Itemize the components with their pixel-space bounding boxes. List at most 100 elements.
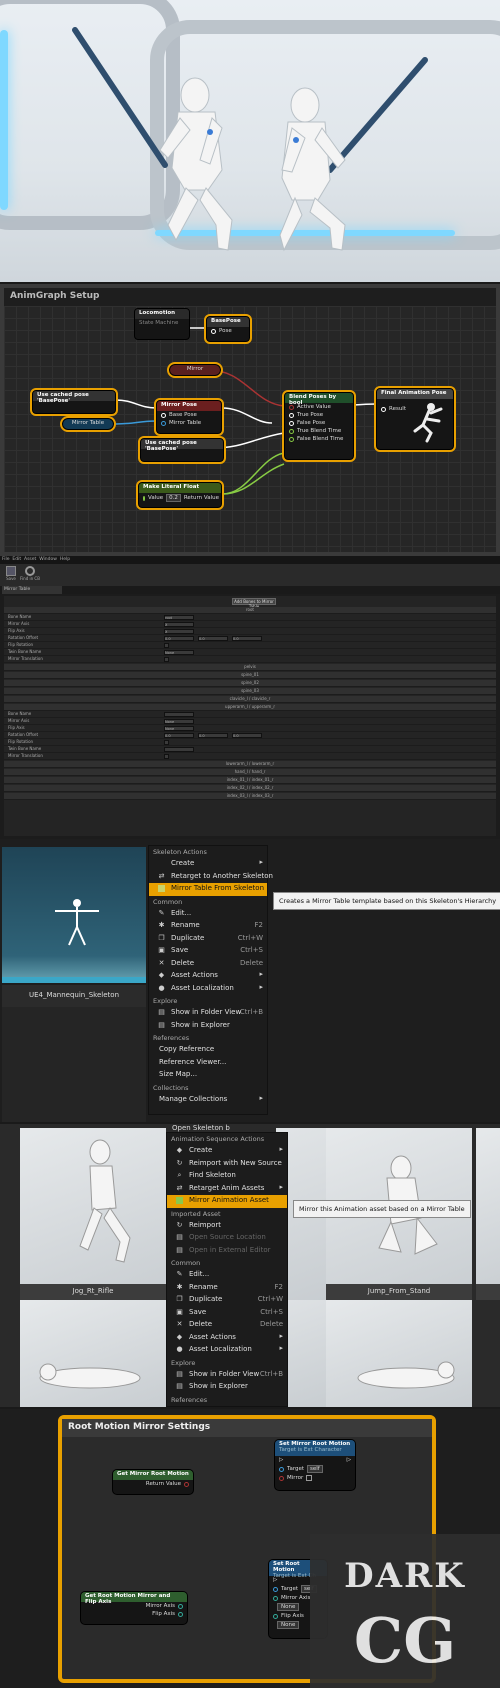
target-pin-icon[interactable] bbox=[279, 1466, 284, 1472]
node-locomotion[interactable]: Locomotion State Machine bbox=[134, 308, 190, 340]
target-pin-icon[interactable] bbox=[273, 1586, 278, 1592]
section-upperarm[interactable]: upperarm_l / upperarm_r bbox=[4, 704, 496, 711]
menu-item-asset-actions[interactable]: ◆ Asset Actions ▸ bbox=[167, 1332, 287, 1345]
menu-item-retarget-anim[interactable]: ⇄ Retarget Anim Assets ▸ bbox=[167, 1183, 287, 1196]
return-value-pin-icon[interactable] bbox=[184, 1481, 189, 1487]
find-in-cb-button[interactable]: Find in CB bbox=[20, 566, 40, 584]
mirror-axis-select-2[interactable]: None bbox=[164, 719, 194, 724]
asset-card-partial[interactable] bbox=[476, 1128, 500, 1300]
row-spine-01[interactable]: spine_01 bbox=[4, 672, 496, 679]
menu-item-reimport[interactable]: ↻ Reimport bbox=[167, 1220, 287, 1233]
exec-out-pin-icon[interactable]: ▷ bbox=[347, 1457, 351, 1463]
menu-help[interactable]: Help bbox=[60, 557, 70, 562]
twin-bone-field[interactable]: None bbox=[164, 650, 194, 655]
row-spine-03[interactable]: spine_03 bbox=[4, 688, 496, 695]
menu-item-duplicate[interactable]: ❐ Duplicate Ctrl+W bbox=[167, 1294, 287, 1307]
menu-item-show-explorer[interactable]: ▤ Show in Explorer bbox=[167, 1381, 287, 1394]
menu-item-manage-collections[interactable]: Manage Collections ▸ bbox=[149, 1094, 267, 1107]
menu-item-retarget[interactable]: ⇄ Retarget to Another Skeleton bbox=[149, 871, 273, 884]
menu-item-rename[interactable]: ✱ Rename F2 bbox=[167, 1282, 287, 1295]
row-index-02[interactable]: index_02_l / index_02_r bbox=[4, 785, 496, 792]
menu-asset[interactable]: Asset bbox=[24, 557, 36, 562]
mirror-pin-icon[interactable] bbox=[279, 1475, 284, 1481]
menu-item-duplicate[interactable]: ❐ Duplicate Ctrl+W bbox=[149, 933, 267, 946]
mirror-translation-checkbox-2[interactable] bbox=[164, 754, 169, 759]
menu-item-show-explorer[interactable]: ▤ Show in Explorer bbox=[149, 1020, 267, 1033]
asset-card-fall-2[interactable] bbox=[326, 1300, 472, 1407]
tab-mirror-table[interactable]: Mirror Table bbox=[2, 586, 62, 594]
false-blend-pin-icon[interactable] bbox=[289, 436, 294, 442]
result-pin-icon[interactable] bbox=[381, 406, 386, 412]
menu-window[interactable]: Window bbox=[39, 557, 57, 562]
flip-axis-select[interactable]: None bbox=[277, 1621, 300, 1629]
flip-rotation-checkbox-2[interactable] bbox=[164, 740, 169, 745]
menu-item-asset-actions[interactable]: ◆ Asset Actions ▸ bbox=[149, 970, 267, 983]
twin-bone-field-2[interactable] bbox=[164, 747, 194, 752]
menu-item-rename[interactable]: ✱ Rename F2 bbox=[149, 920, 267, 933]
menu-item-reference-viewer[interactable]: Reference Viewer... bbox=[149, 1057, 267, 1070]
row-index-03[interactable]: index_03_l / index_03_r bbox=[4, 793, 496, 800]
pose-pin-icon[interactable] bbox=[211, 328, 216, 334]
false-pose-pin-icon[interactable] bbox=[289, 420, 294, 426]
mirror-axis-in-pin-icon[interactable] bbox=[273, 1595, 278, 1601]
node-basepose[interactable]: BasePose Pose bbox=[204, 314, 252, 344]
var-mirror[interactable]: Mirror bbox=[167, 362, 223, 378]
menu-item-find-skeleton[interactable]: ⌕ Find Skeleton bbox=[167, 1170, 287, 1183]
skeleton-thumbnail[interactable] bbox=[2, 847, 146, 983]
menu-item-edit[interactable]: ✎ Edit... bbox=[149, 908, 267, 921]
node-cached-pose-2[interactable]: Use cached pose 'BasePose' bbox=[138, 436, 226, 464]
true-blend-pin-icon[interactable] bbox=[289, 428, 294, 434]
mirror-axis-pin-icon[interactable] bbox=[178, 1603, 183, 1609]
asset-card-fall-1[interactable] bbox=[20, 1300, 166, 1407]
menu-item-asset-localization[interactable]: ● Asset Localization ▸ bbox=[167, 1344, 287, 1357]
mirror-axis-select[interactable]: None bbox=[277, 1603, 300, 1611]
asset-card-jog[interactable]: Jog_Rt_Rifle bbox=[20, 1128, 166, 1300]
flip-axis-select[interactable]: X bbox=[164, 629, 194, 634]
menu-item-open-external[interactable]: ▤ Open in External Editor bbox=[167, 1245, 287, 1258]
value-pin-icon[interactable] bbox=[143, 495, 145, 501]
node-blend-poses[interactable]: Blend Poses by bool Active Value True Po… bbox=[282, 390, 356, 462]
menu-item-mirror-table[interactable]: Mirror Table From Skeleton bbox=[149, 883, 267, 896]
menu-item-open-source[interactable]: ▤ Open Source Location bbox=[167, 1232, 287, 1245]
bone-name-field[interactable]: root bbox=[164, 615, 194, 620]
rot-x-field[interactable]: 0.0 bbox=[164, 636, 194, 641]
mirror-checkbox[interactable] bbox=[306, 1475, 313, 1481]
save-button[interactable]: Save bbox=[4, 566, 18, 584]
true-pose-pin-icon[interactable] bbox=[289, 412, 294, 418]
flip-rotation-checkbox[interactable] bbox=[164, 643, 169, 648]
flip-axis-select-2[interactable]: None bbox=[164, 726, 194, 731]
menu-item-edit[interactable]: ✎ Edit... bbox=[167, 1269, 287, 1282]
menu-item-reimport-new[interactable]: ↻ Reimport with New Source bbox=[167, 1158, 287, 1171]
row-index-01[interactable]: index_01_l / index_01_r bbox=[4, 777, 496, 784]
mirror-table-pin-icon[interactable] bbox=[161, 420, 166, 426]
menu-edit[interactable]: Edit bbox=[12, 557, 21, 562]
menu-item-show-folder[interactable]: ▤ Show in Folder View Ctrl+B bbox=[149, 1007, 267, 1020]
self-field[interactable]: self bbox=[307, 1465, 323, 1473]
mirror-translation-checkbox[interactable] bbox=[164, 657, 169, 662]
mirror-axis-select[interactable]: X bbox=[164, 622, 194, 627]
menu-item-mirror-animation[interactable]: Mirror Animation Asset bbox=[167, 1195, 287, 1208]
row-hand[interactable]: hand_l / hand_r bbox=[4, 769, 496, 776]
rot-y-field[interactable]: 0.0 bbox=[198, 636, 228, 641]
bone-name-field-2[interactable] bbox=[164, 712, 194, 717]
exec-pin-icon[interactable]: ▷ bbox=[273, 1577, 277, 1583]
flip-axis-in-pin-icon[interactable] bbox=[273, 1613, 278, 1619]
menu-item-create[interactable]: ◆ Create ▸ bbox=[167, 1145, 287, 1158]
node-make-literal-float[interactable]: Make Literal Float Value 0.2 Return Value bbox=[136, 480, 224, 510]
rot-x-field-2[interactable]: 0.0 bbox=[164, 733, 194, 738]
active-value-pin-icon[interactable] bbox=[289, 404, 294, 410]
node-set-mirror-root-motion[interactable]: Set Mirror Root Motion Target is Ext Char… bbox=[274, 1439, 356, 1491]
flip-axis-pin-icon[interactable] bbox=[178, 1611, 183, 1617]
row-pelvis[interactable]: pelvis bbox=[4, 664, 496, 671]
base-pose-pin-icon[interactable] bbox=[161, 412, 166, 418]
menu-file[interactable]: File bbox=[2, 557, 10, 562]
rot-y-field-2[interactable]: 0.0 bbox=[198, 733, 228, 738]
node-final-pose[interactable]: Final Animation Pose Result bbox=[374, 386, 456, 452]
menu-item-save[interactable]: ▣ Save Ctrl+S bbox=[167, 1307, 287, 1320]
literal-value-field[interactable]: 0.2 bbox=[166, 494, 181, 502]
section-root[interactable]: root bbox=[4, 607, 496, 614]
menu-item-delete[interactable]: ✕ Delete Delete bbox=[167, 1319, 287, 1332]
row-clavicle[interactable]: clavicle_l / clavicle_r bbox=[4, 696, 496, 703]
menu-item-show-folder[interactable]: ▤ Show in Folder View Ctrl+B bbox=[167, 1369, 287, 1382]
menu-item-create[interactable]: Create ▸ bbox=[149, 858, 267, 871]
